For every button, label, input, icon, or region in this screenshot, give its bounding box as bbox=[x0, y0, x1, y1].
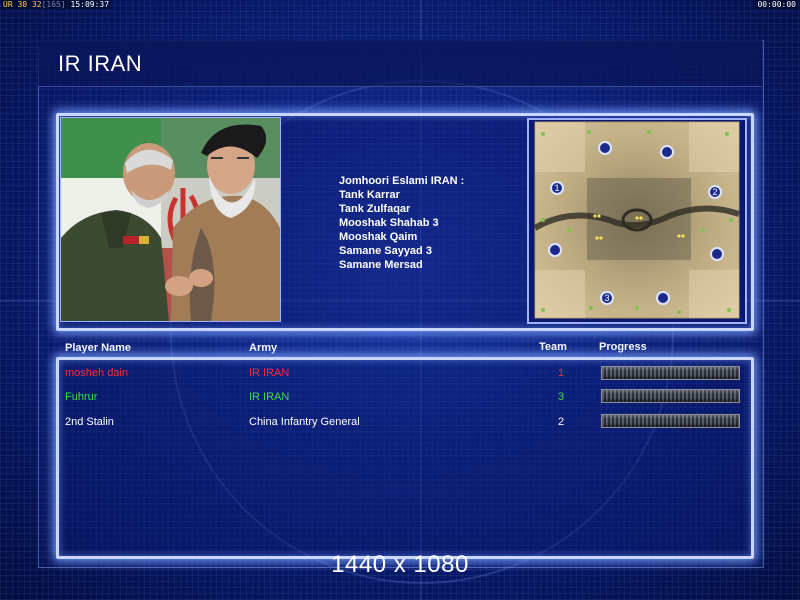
status-bar-right-timer: 00:00:00 bbox=[755, 0, 798, 9]
unit-list-item: Samane Mersad bbox=[339, 259, 423, 271]
player-army: China Infantry General bbox=[249, 416, 360, 428]
unit-list-item: Mooshak Qaim bbox=[339, 231, 418, 243]
player-progress-bar bbox=[601, 366, 740, 380]
title-strip bbox=[38, 40, 762, 87]
unit-list-item: Tank Zulfaqar bbox=[339, 203, 411, 215]
map-start-label: 2 bbox=[712, 187, 717, 197]
status-bar-left: UR 30 32[165] 15:09:37 bbox=[1, 0, 112, 9]
player-army: IR IRAN bbox=[249, 367, 290, 379]
players-panel bbox=[56, 357, 754, 559]
player-name: 2nd Stalin bbox=[65, 416, 114, 428]
faction-portrait-image bbox=[60, 117, 281, 322]
faction-title: IR IRAN bbox=[58, 51, 143, 76]
player-team: 3 bbox=[558, 391, 565, 403]
status-clock: 15:09:37 bbox=[70, 0, 110, 9]
player-team: 1 bbox=[558, 367, 565, 379]
unit-list-item: Samane Sayyad 3 bbox=[339, 245, 432, 257]
faction-unit-list: Jomhoori Eslami IRAN : Tank Karrar Tank … bbox=[339, 174, 464, 272]
status-label: UR bbox=[3, 0, 13, 9]
player-army: IR IRAN bbox=[249, 391, 290, 403]
player-name: Fuhrur bbox=[65, 391, 98, 403]
header-team: Team bbox=[539, 341, 567, 353]
status-value-b: 32 bbox=[31, 0, 42, 9]
map-start-label: 1 bbox=[554, 183, 559, 193]
resolution-label: 1440 x 1080 bbox=[331, 551, 469, 578]
map-start-label: 3 bbox=[604, 293, 609, 303]
map-preview: 1 2 3 bbox=[527, 118, 747, 324]
header-army: Army bbox=[249, 342, 278, 354]
player-progress-bar bbox=[601, 414, 740, 428]
player-team: 2 bbox=[558, 416, 565, 428]
unit-list-item: Tank Karrar bbox=[339, 189, 400, 201]
status-value-a: 30 bbox=[17, 0, 28, 9]
player-progress-bar bbox=[601, 389, 740, 403]
player-name: mosheh dain bbox=[65, 367, 128, 379]
unit-list-item: Mooshak Shahab 3 bbox=[339, 217, 439, 229]
header-progress: Progress bbox=[599, 341, 647, 353]
faction-unit-list-heading: Jomhoori Eslami IRAN : bbox=[339, 175, 465, 187]
status-bracket-value: 165 bbox=[46, 0, 61, 9]
header-player-name: Player Name bbox=[65, 342, 132, 354]
